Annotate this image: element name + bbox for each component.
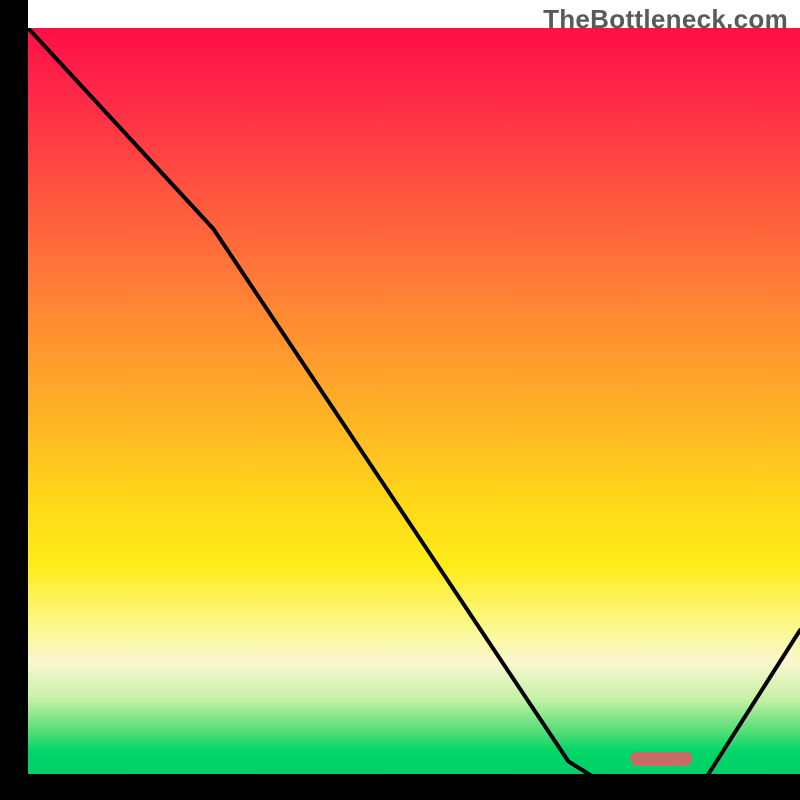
axis-bottom-border (0, 774, 800, 800)
axis-left-border (0, 0, 28, 800)
heatmap-gradient (28, 28, 800, 774)
plot-area (28, 28, 800, 774)
watermark-text: TheBottleneck.com (543, 4, 788, 35)
optimum-marker (630, 751, 692, 765)
chart-root: TheBottleneck.com (0, 0, 800, 800)
